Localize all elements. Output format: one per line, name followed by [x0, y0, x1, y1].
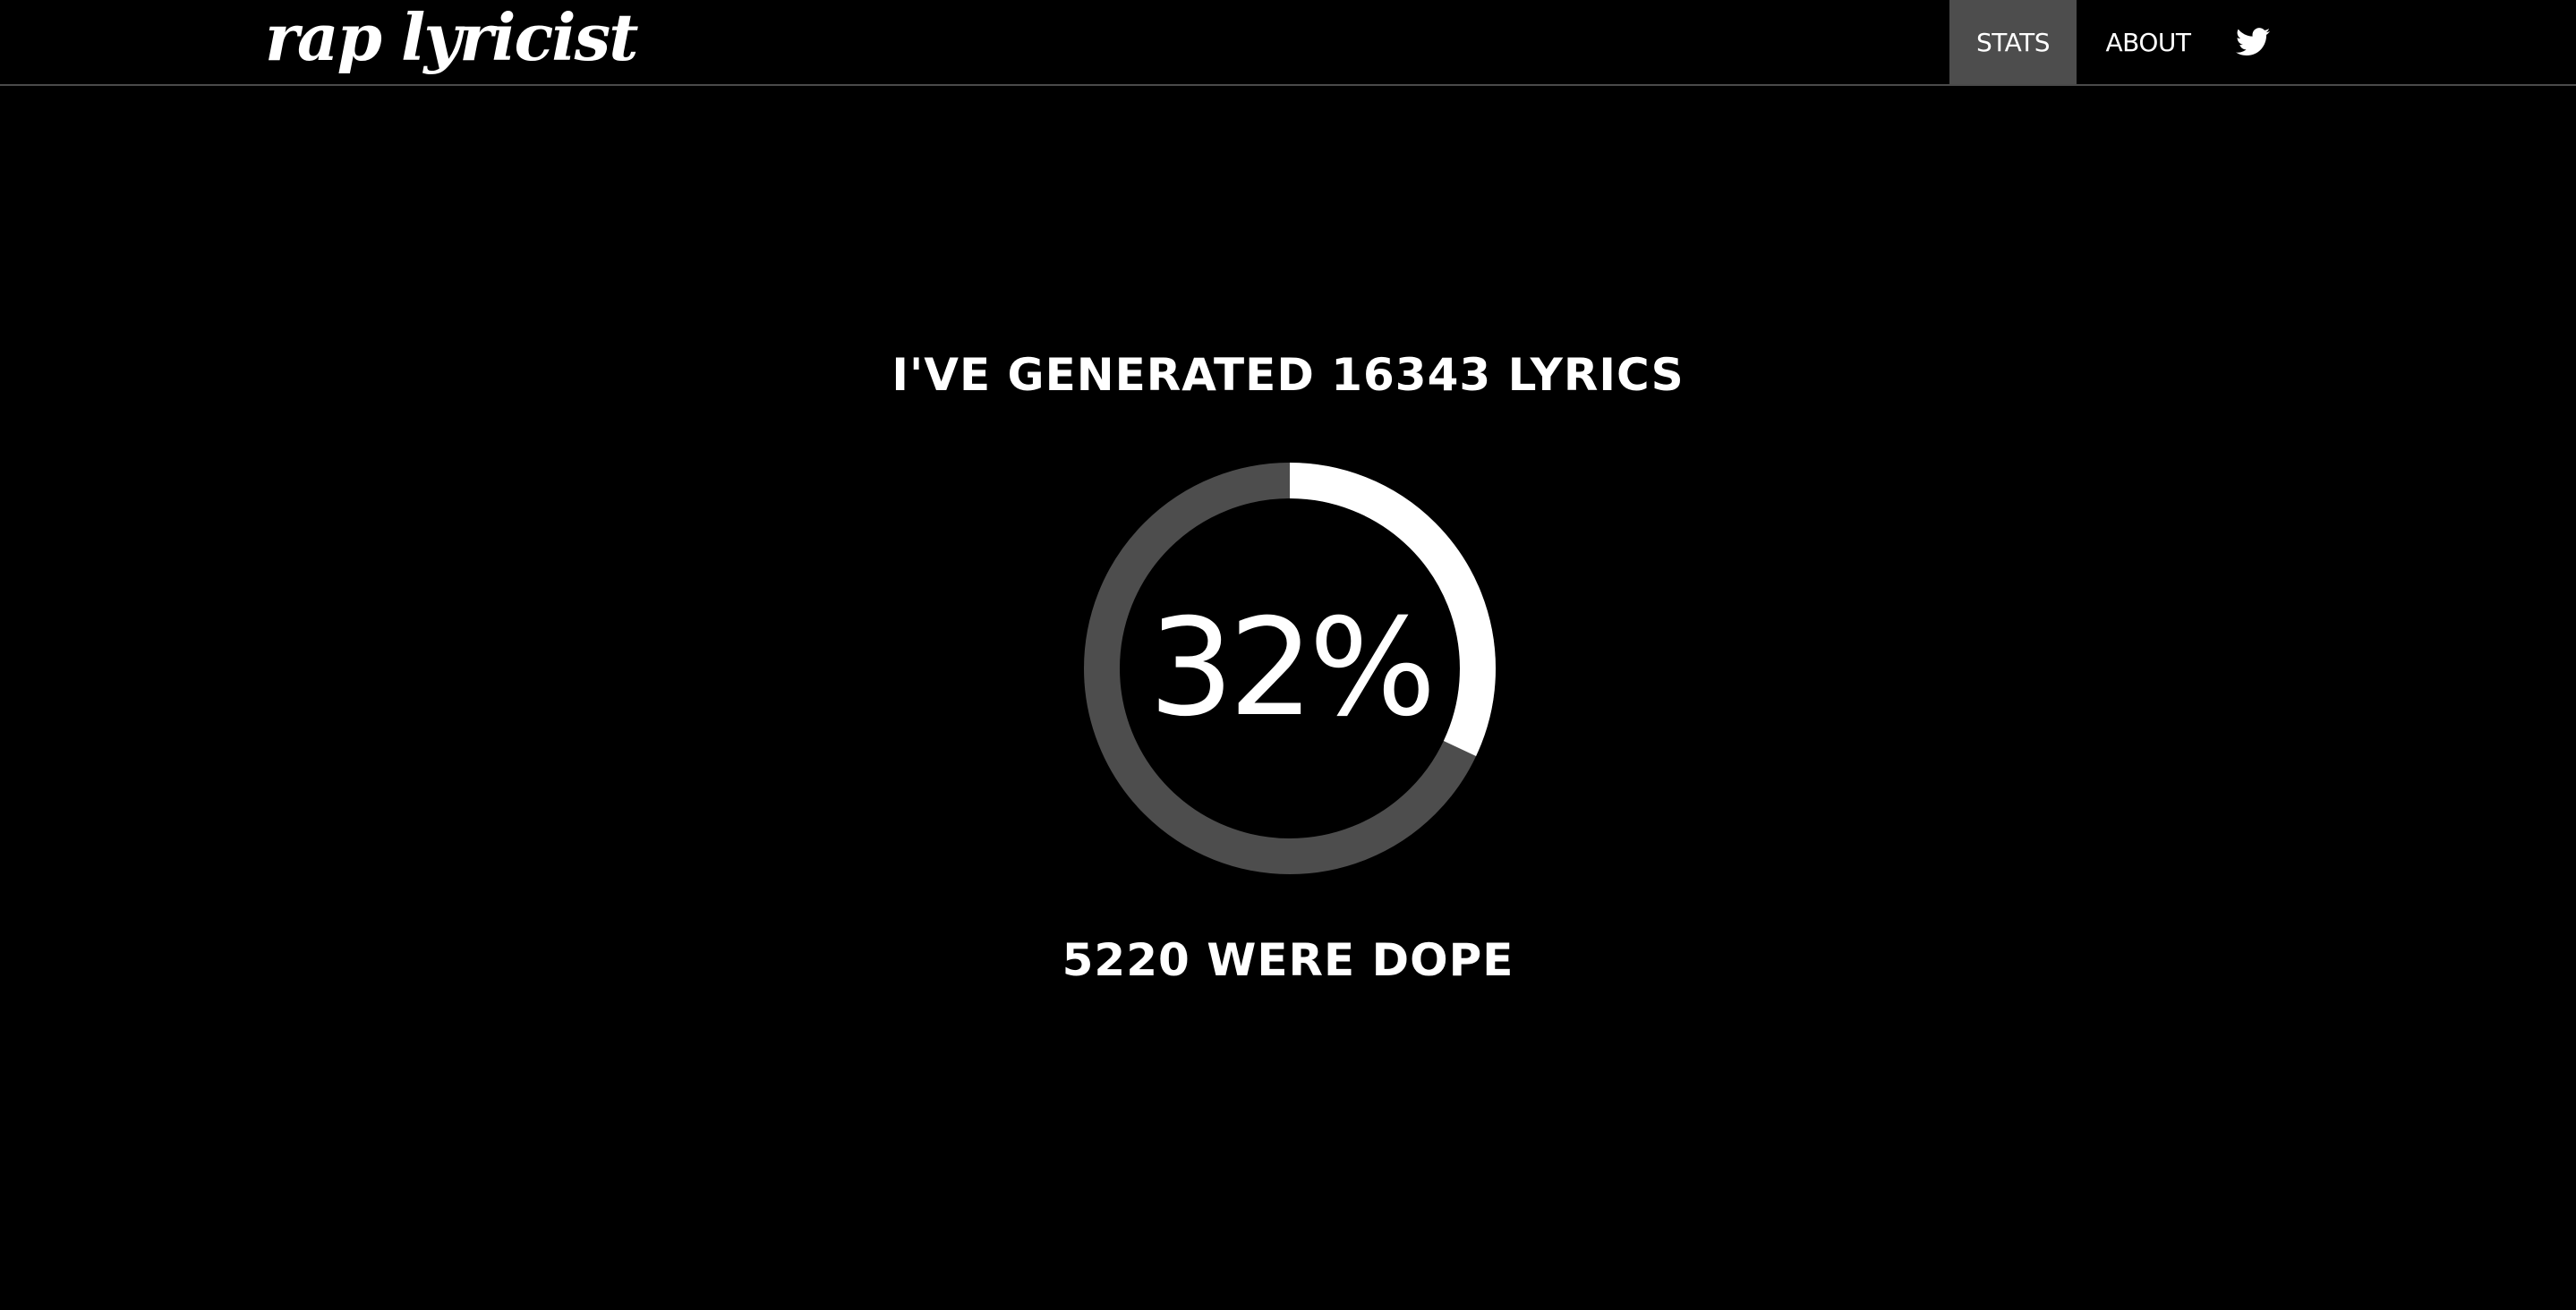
brand-logo[interactable]: rap lyricist [265, 0, 638, 81]
twitter-link[interactable] [2220, 0, 2286, 84]
nav-item-stats[interactable]: STATS [1949, 0, 2077, 84]
nav-menu: STATS ABOUT [1949, 0, 2286, 84]
dope-count-text: 5220 WERE DOPE [1062, 934, 1514, 986]
lyrics-generated-heading: I'VE GENERATED 16343 LYRICS [891, 349, 1685, 401]
twitter-bird-icon [2236, 28, 2270, 56]
dope-percentage-value: 32% [1148, 591, 1436, 746]
top-navbar: rap lyricist STATS ABOUT [0, 0, 2576, 86]
nav-item-about[interactable]: ABOUT [2077, 0, 2220, 84]
